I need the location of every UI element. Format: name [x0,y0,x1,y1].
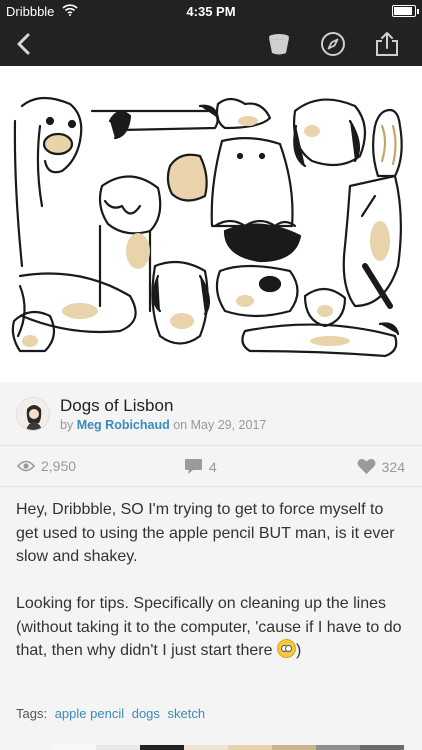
description-paragraph: Hey, Dribbble, SO I'm trying to get to f… [16,501,395,565]
status-bar: Dribbble 4:35 PM [0,0,422,22]
tags-label: Tags: [16,706,48,721]
eye-icon [17,460,35,472]
dogs-illustration [11,96,403,358]
palette-swatch[interactable] [140,745,184,750]
author-link[interactable]: Meg Robichaud [77,418,170,432]
heart-icon [357,459,376,474]
shot-description: Hey, Dribbble, SO I'm trying to get to f… [16,498,408,686]
shot-meta: Dogs of Lisbon by Meg Robichaud on May 2… [0,382,422,446]
tag-link[interactable]: sketch [168,706,206,721]
avatar[interactable] [16,397,50,431]
palette-swatch[interactable] [228,745,272,750]
bucket-icon [269,34,289,55]
description-paragraph: Looking for tips. Specifically on cleani… [16,592,408,663]
palette-swatch[interactable] [360,745,404,750]
author-avatar-icon [17,398,49,430]
palette-swatch[interactable] [52,745,96,750]
palette-swatch[interactable] [184,745,228,750]
compass-icon [321,32,345,56]
chevron-left-icon [17,33,30,55]
stats-bar: 2,950 4 324 [0,447,422,487]
on-prefix: on [173,418,188,432]
clock: 4:35 PM [186,4,236,19]
shot-title: Dogs of Lisbon [60,396,174,415]
back-button[interactable] [8,28,40,60]
palette-swatch[interactable] [316,745,360,750]
comments-stat[interactable]: 4 [184,458,217,475]
likes-count: 324 [381,458,405,475]
tag-link[interactable]: apple pencil [55,706,124,721]
description-text: Looking for tips. Specifically on cleani… [16,595,402,659]
explore-button[interactable] [317,28,349,60]
tags-row: Tags: apple pencil dogs sketch [16,706,205,721]
views-count: 2,950 [41,458,77,474]
comment-icon [185,459,202,474]
bucket-button[interactable] [263,28,295,60]
share-button[interactable] [371,28,403,60]
byline: by Meg Robichaud on May 29, 2017 [60,418,266,432]
description-close-paren: ) [295,642,302,659]
palette-swatch[interactable] [272,745,316,750]
shot-image[interactable] [0,66,422,382]
nav-bar [0,22,422,66]
tag-link[interactable]: dogs [132,706,160,721]
post-date: May 29, 2017 [190,418,267,432]
color-palette [52,745,404,750]
rolling-eyes-emoji-icon [276,639,296,658]
palette-swatch[interactable] [96,745,140,750]
comments-count: 4 [209,458,217,475]
battery-icon [392,5,419,17]
share-icon [376,32,398,56]
likes-stat[interactable]: 324 [357,458,405,475]
views-stat: 2,950 [17,458,76,474]
by-prefix: by [60,418,74,432]
